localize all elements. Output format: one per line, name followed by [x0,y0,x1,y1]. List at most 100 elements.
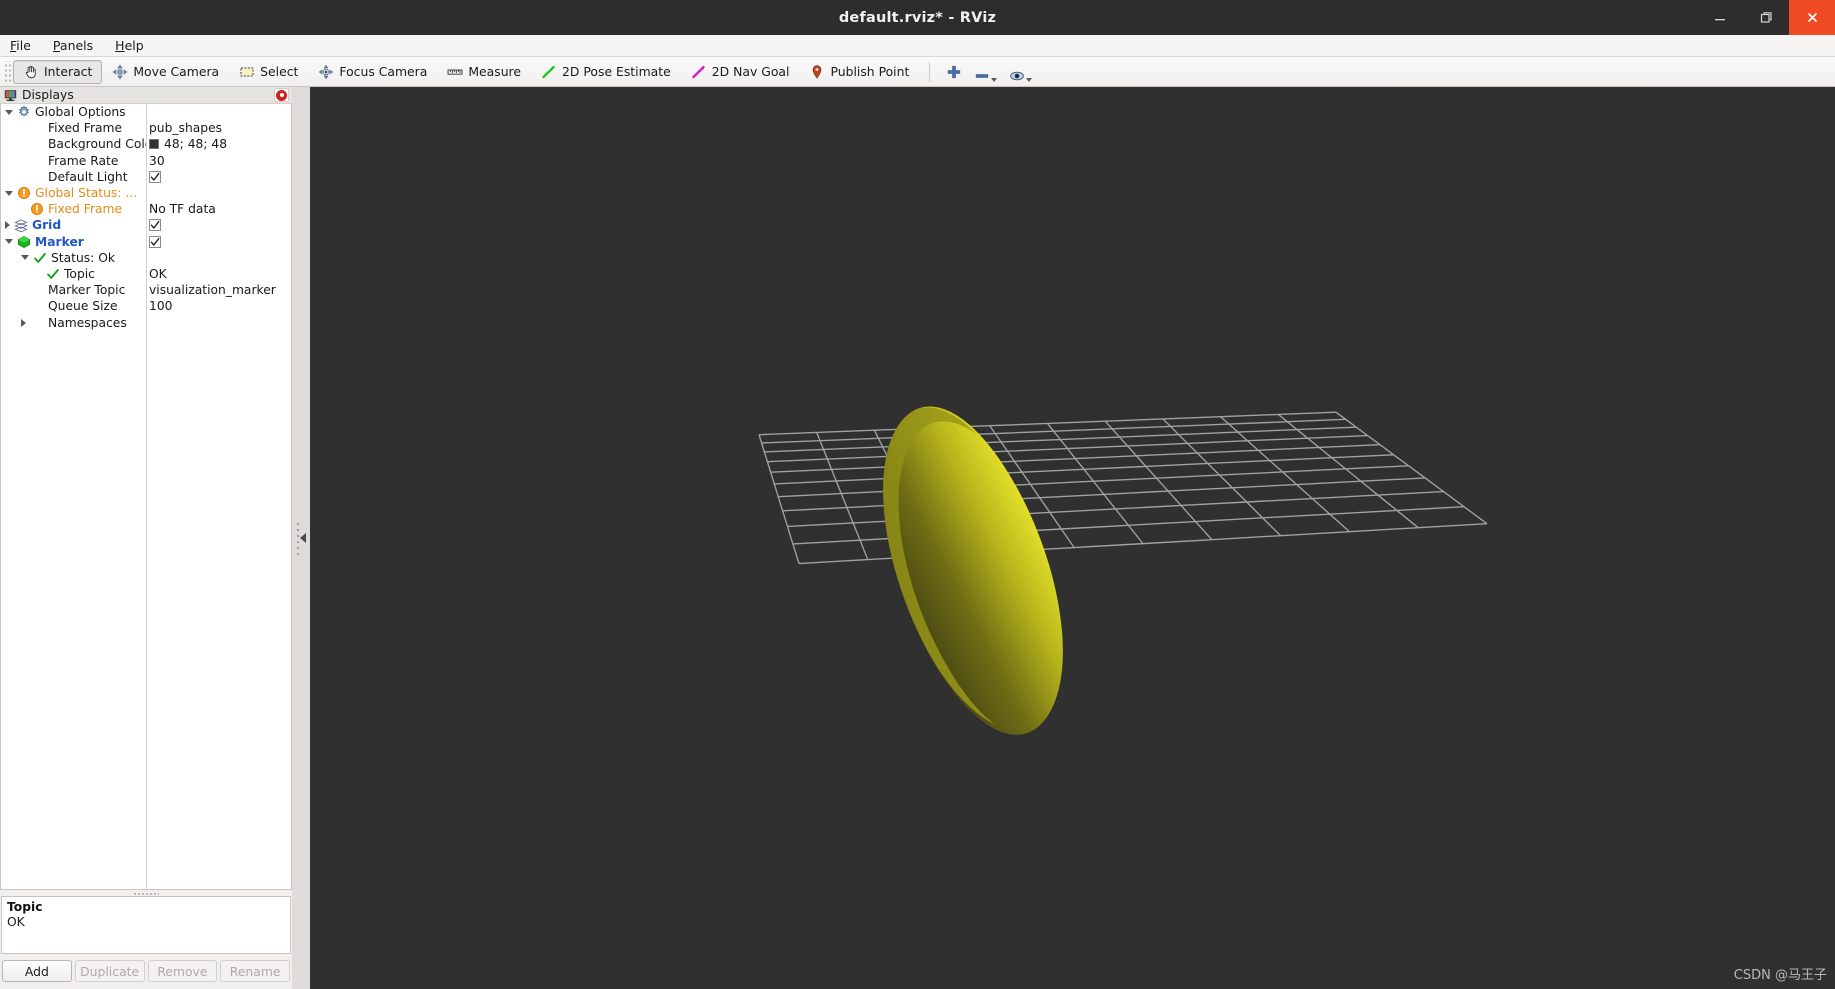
remove-tool-caret-icon[interactable] [991,78,997,82]
move-camera-icon [112,64,128,80]
displays-panel-close-button[interactable] [274,88,289,102]
tool-2d-pose-estimate[interactable]: 2D Pose Estimate [531,60,681,84]
panel-splitter[interactable] [292,87,310,989]
tree-row-label: Frame Rate [48,154,118,168]
green-arrow-icon [541,64,557,80]
tree-row-name-cell: Global Status: ... [1,186,146,200]
minus-icon [974,68,990,84]
close-panel-icon [276,90,287,101]
rviz-window: default.rviz* - RViz FFileile Panels Hel… [0,0,1835,989]
magenta-arrow-icon [691,64,707,80]
map-pin-icon [809,64,825,80]
tree-row-name-cell: Default Light [1,170,146,184]
tree-row-value: OK [149,267,167,281]
tree-row-value-cell[interactable]: 100 [146,299,291,313]
tree-row-name-cell: Queue Size [1,299,146,313]
close-button[interactable] [1789,0,1835,35]
tool-move-camera-label: Move Camera [133,64,219,79]
duplicate-display-button: Duplicate [75,960,145,982]
spacer-icon [30,283,44,297]
collapse-panel-arrow-icon[interactable] [300,533,306,543]
chevron-right-icon[interactable] [21,319,26,327]
menu-panels[interactable]: Panels [50,36,104,56]
tool-focus-camera[interactable]: Focus Camera [308,60,437,84]
menu-bar: FFileile Panels Help [0,35,1835,57]
toolbar-drag-handle[interactable] [3,61,11,83]
tree-row-name-cell: Fixed Frame [1,202,146,216]
grid-line [774,455,1393,484]
menu-file[interactable]: FFileile [7,36,42,56]
chevron-down-icon[interactable] [5,191,13,196]
tree-row-value: 48; 48; 48 [164,137,227,151]
chevron-down-icon[interactable] [21,255,29,260]
window-controls [1697,0,1835,35]
tool-move-camera[interactable]: Move Camera [102,60,229,84]
tree-row-value-cell[interactable] [146,219,291,231]
marker-icon [17,235,31,249]
tree-row-value-cell[interactable] [146,236,291,248]
chevron-down-icon[interactable] [5,110,13,115]
3d-scene [310,87,1835,989]
tree-row-value-cell[interactable]: 30 [146,154,291,168]
tree-row-name-cell: Marker [1,235,146,249]
tree-row-name-cell: Fixed Frame [1,121,146,135]
displays-tree[interactable]: Global OptionsFixed Framepub_shapesBackg… [0,104,292,890]
tree-row-label: Fixed Frame [48,202,122,216]
tool-measure-label: Measure [468,64,521,79]
tool-publish-point[interactable]: Publish Point [799,60,919,84]
chevron-down-icon[interactable] [5,239,13,244]
main-body: Displays Global OptionsFixed Framepub_sh… [0,87,1835,989]
tool-interact[interactable]: Interact [13,60,102,84]
tool-visibility-button[interactable] [1003,60,1038,84]
displays-panel: Displays Global OptionsFixed Framepub_sh… [0,87,292,989]
watermark-text: CSDN @马王子 [1734,964,1827,983]
tree-arrow-placeholder [21,286,26,294]
tree-row-value-cell[interactable] [146,171,291,183]
tree-row-label: Grid [32,218,61,232]
tool-2d-nav-goal-label: 2D Nav Goal [712,64,790,79]
tree-row-value-cell[interactable]: pub_shapes [146,121,291,135]
render-viewport[interactable]: CSDN @马王子 [310,87,1835,989]
maximize-button[interactable] [1743,0,1789,35]
warning-icon [30,202,44,216]
add-tool-button[interactable] [940,60,968,84]
chevron-right-icon[interactable] [5,221,10,229]
ruler-icon [447,64,463,80]
tree-checkbox[interactable] [149,219,161,231]
displays-panel-title: Displays [22,88,74,102]
checkmark-icon [150,172,160,182]
focus-camera-icon [318,64,334,80]
tool-2d-nav-goal[interactable]: 2D Nav Goal [681,60,800,84]
spacer-icon [30,137,44,151]
tree-row-name-cell: Marker Topic [1,283,146,297]
tree-row-value-cell[interactable]: OK [146,267,291,281]
tree-arrow-placeholder [21,173,26,181]
tree-checkbox[interactable] [149,171,161,183]
spacer-icon [30,170,44,184]
tree-row-label: Queue Size [48,299,118,313]
tool-focus-camera-label: Focus Camera [339,64,427,79]
color-swatch[interactable] [149,139,159,149]
tree-row-name-cell: Namespaces [1,316,146,330]
tree-row-label: Marker [35,235,84,249]
displays-monitor-icon [4,89,17,102]
tool-select[interactable]: Select [229,60,308,84]
tool-visibility-caret-icon[interactable] [1026,78,1032,82]
checkmark-icon [150,220,160,230]
tree-row-value-cell[interactable]: visualization_marker [146,283,291,297]
tree-row-value-cell[interactable]: 48; 48; 48 [146,137,291,151]
add-display-button[interactable]: Add [2,960,72,982]
tree-row-label: Namespaces [48,316,127,330]
tool-measure[interactable]: Measure [437,60,531,84]
menu-help[interactable]: Help [112,36,155,56]
remove-tool-button[interactable] [968,60,1003,84]
tree-row-name-cell: Status: Ok [1,251,146,265]
tree-row-label: Status: Ok [51,251,115,265]
tree-arrow-placeholder [21,157,26,165]
tree-row-name-cell: Topic [1,267,146,281]
tree-checkbox[interactable] [149,236,161,248]
grid-line [778,466,1408,497]
spacer-icon [30,299,44,313]
tree-row-value-cell[interactable]: No TF data [146,202,291,216]
minimize-button[interactable] [1697,0,1743,35]
